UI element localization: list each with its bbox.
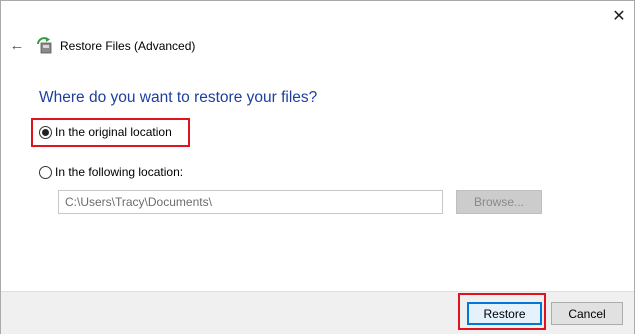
original-location-label: In the original location: [55, 125, 172, 139]
browse-button[interactable]: Browse...: [456, 190, 542, 214]
location-path-input[interactable]: [58, 190, 443, 214]
original-location-radio[interactable]: [39, 125, 52, 139]
close-icon: ✕: [612, 8, 626, 25]
restore-files-icon: [36, 37, 54, 55]
following-location-label: In the following location:: [55, 165, 184, 179]
following-location-option[interactable]: In the following location:: [39, 165, 183, 179]
back-button[interactable]: ←: [9, 36, 25, 54]
original-location-option[interactable]: In the original location: [39, 125, 172, 139]
dialog-title: Restore Files (Advanced): [60, 39, 196, 53]
restore-button[interactable]: Restore: [467, 302, 542, 325]
back-arrow-icon: ←: [9, 36, 25, 54]
following-location-radio[interactable]: [39, 165, 52, 179]
close-button[interactable]: ✕: [604, 1, 634, 31]
page-heading: Where do you want to restore your files?: [39, 89, 318, 106]
restore-files-dialog: ✕ ← Restore Files (Advanced) Where do yo…: [0, 0, 635, 334]
cancel-button[interactable]: Cancel: [551, 302, 623, 325]
